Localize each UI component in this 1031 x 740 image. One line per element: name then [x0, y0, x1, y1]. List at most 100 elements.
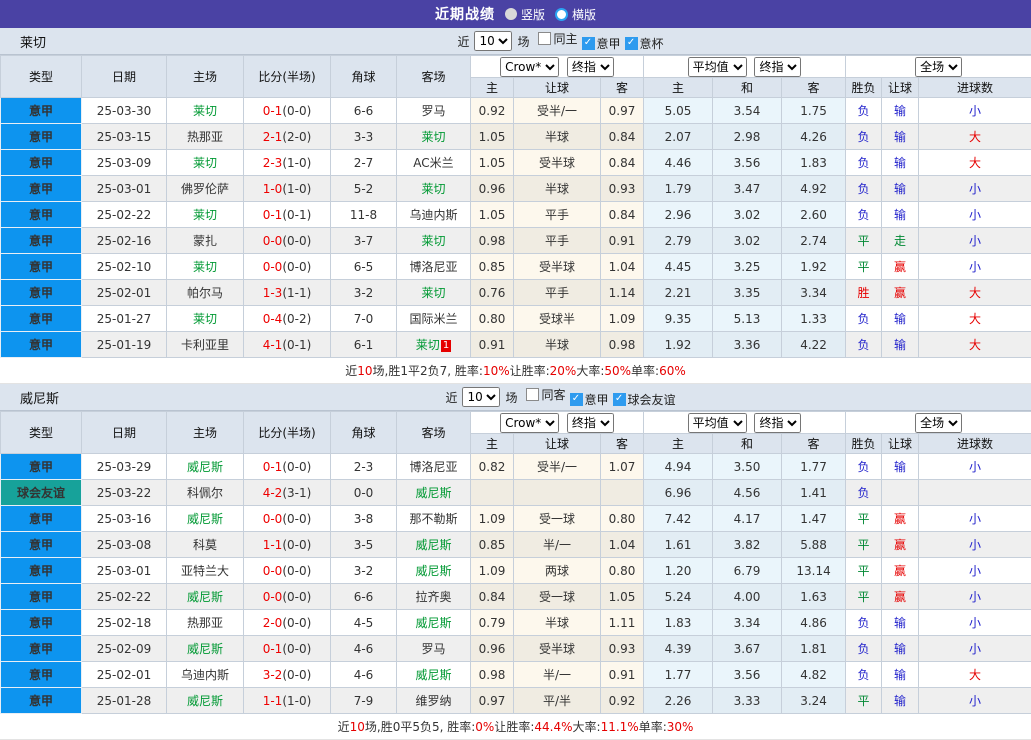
layout-radio-horizontal[interactable]: 横版	[555, 6, 596, 23]
checkbox-label: 意甲	[585, 391, 609, 408]
euro-draw-odds-cell: 3.54	[713, 98, 782, 124]
handicap-result-cell: 赢	[882, 558, 919, 584]
filter-checkbox-意甲[interactable]: ✓意甲	[582, 35, 621, 52]
score-cell: 4-1(0-1)	[244, 332, 331, 358]
page-title: 近期战绩	[435, 4, 495, 24]
col-header-home: 主场	[167, 412, 244, 454]
checkbox-checked-icon[interactable]: ✓	[570, 393, 583, 406]
scope-select[interactable]: 全场	[915, 413, 962, 433]
match-count-select[interactable]: 10	[474, 31, 512, 51]
euro-home-odds-cell: 5.05	[644, 98, 713, 124]
team-section-venezia: 威尼斯 近 10 场 同客✓意甲✓球会友谊 类型 日期 主场 比分(半场) 角球…	[0, 384, 1031, 740]
games-label: 场	[517, 33, 529, 50]
filter-checkbox-同主[interactable]: 同主	[538, 30, 577, 47]
date-cell: 25-02-01	[82, 662, 167, 688]
euro-draw-odds-cell: 4.17	[713, 506, 782, 532]
bookmaker-select[interactable]: Crow*	[500, 57, 559, 77]
away-team-cell: 拉齐奥	[397, 584, 471, 610]
checkbox-unchecked-icon[interactable]	[526, 388, 539, 401]
corner-cell: 0-0	[331, 480, 397, 506]
home-team-name: 莱切	[193, 312, 217, 326]
euro-home-odds-cell: 1.20	[644, 558, 713, 584]
match-row: 意甲25-03-15热那亚2-1(2-0)3-3莱切1.05半球0.842.07…	[1, 124, 1031, 150]
goals-result-cell: 大	[919, 662, 1031, 688]
checkbox-checked-icon[interactable]: ✓	[625, 37, 638, 50]
summary-segment: 近	[338, 718, 350, 735]
euro-away-odds-cell: 3.34	[782, 280, 846, 306]
filter-checkbox-意杯[interactable]: ✓意杯	[625, 35, 664, 52]
match-row: 意甲25-02-18热那亚2-0(0-0)4-5威尼斯0.79半球1.111.8…	[1, 610, 1031, 636]
handicap-away-odds-cell: 1.09	[601, 306, 644, 332]
checkbox-checked-icon[interactable]: ✓	[582, 37, 595, 50]
goals-result-cell: 小	[919, 202, 1031, 228]
handicap-home-odds-cell: 0.76	[471, 280, 514, 306]
away-team-cell: 博洛尼亚	[397, 454, 471, 480]
layout-radio-vertical[interactable]: 竖版	[505, 6, 545, 23]
goals-result-cell: 大	[919, 280, 1031, 306]
handicap-home-odds-cell: 0.98	[471, 228, 514, 254]
avg-final-select[interactable]: 终指	[754, 413, 801, 433]
sub-header-result: 胜负	[846, 78, 882, 98]
handicap-result-cell: 输	[882, 662, 919, 688]
filter-checkbox-球会友谊[interactable]: ✓球会友谊	[613, 391, 676, 408]
handicap-away-odds-cell: 0.97	[601, 98, 644, 124]
avg-odds-select[interactable]: 平均值	[688, 413, 747, 433]
goals-result-cell: 小	[919, 584, 1031, 610]
scope-select[interactable]: 全场	[915, 57, 962, 77]
score-cell: 0-1(0-0)	[244, 636, 331, 662]
checkbox-label: 球会友谊	[628, 391, 676, 408]
sub-header-result: 胜负	[846, 434, 882, 454]
match-row: 意甲25-01-19卡利亚里4-1(0-1)6-1莱切10.91半球0.981.…	[1, 332, 1031, 358]
summary-segment: 让胜率:	[510, 362, 550, 379]
full-time-score: 0-0	[263, 512, 283, 526]
euro-away-odds-cell: 1.33	[782, 306, 846, 332]
half-time-score: (0-0)	[282, 564, 311, 578]
handicap-result-cell: 赢	[882, 280, 919, 306]
euro-home-odds-cell: 9.35	[644, 306, 713, 332]
handicap-result-cell: 赢	[882, 506, 919, 532]
checkbox-group: 同主 ✓意甲✓意杯	[534, 30, 663, 52]
handicap-home-odds-cell: 1.05	[471, 124, 514, 150]
score-cell: 0-0(0-0)	[244, 558, 331, 584]
avg-final-select[interactable]: 终指	[754, 57, 801, 77]
home-team-cell: 莱切	[167, 306, 244, 332]
sub-header-eu-home: 主	[644, 78, 713, 98]
match-count-select[interactable]: 10	[462, 387, 500, 407]
handicap-line-cell: 半球	[514, 610, 601, 636]
handicap-result-cell: 输	[882, 202, 919, 228]
home-team-cell: 威尼斯	[167, 454, 244, 480]
result-cell: 负	[846, 662, 882, 688]
filter-checkbox-同客[interactable]: 同客	[526, 386, 565, 403]
score-cell: 0-0(0-0)	[244, 506, 331, 532]
league-cell: 球会友谊	[1, 480, 82, 506]
team-name: 威尼斯	[20, 388, 59, 407]
radio-vertical-label: 竖版	[521, 6, 545, 23]
filter-checkbox-意甲[interactable]: ✓意甲	[570, 391, 609, 408]
match-row: 意甲25-03-01佛罗伦萨1-0(1-0)5-2莱切0.96半球0.931.7…	[1, 176, 1031, 202]
handicap-line-cell: 半/一	[514, 662, 601, 688]
full-time-score: 2-0	[263, 616, 283, 630]
home-team-cell: 热那亚	[167, 124, 244, 150]
date-cell: 25-03-30	[82, 98, 167, 124]
final-odds-select[interactable]: 终指	[567, 413, 614, 433]
checkbox-checked-icon[interactable]: ✓	[613, 393, 626, 406]
checkbox-unchecked-icon[interactable]	[538, 32, 551, 45]
final-odds-select[interactable]: 终指	[567, 57, 614, 77]
match-row: 意甲25-02-22莱切0-1(0-1)11-8乌迪内斯1.05平手0.842.…	[1, 202, 1031, 228]
full-time-score: 0-1	[263, 208, 283, 222]
avg-odds-select[interactable]: 平均值	[688, 57, 747, 77]
half-time-score: (1-0)	[282, 182, 311, 196]
euro-away-odds-cell: 2.60	[782, 202, 846, 228]
euro-draw-odds-cell: 3.47	[713, 176, 782, 202]
score-cell: 0-0(0-0)	[244, 584, 331, 610]
bookmaker-select[interactable]: Crow*	[500, 413, 559, 433]
handicap-line-cell: 受半/一	[514, 454, 601, 480]
summary-segment: 60%	[659, 364, 686, 378]
handicap-home-odds-cell: 0.97	[471, 688, 514, 714]
sub-header-handicap-result: 让球	[882, 78, 919, 98]
handicap-away-odds-cell: 0.93	[601, 176, 644, 202]
full-time-score: 2-1	[263, 130, 283, 144]
home-team-cell: 帕尔马	[167, 280, 244, 306]
handicap-away-odds-cell: 0.80	[601, 558, 644, 584]
corner-cell: 6-5	[331, 254, 397, 280]
